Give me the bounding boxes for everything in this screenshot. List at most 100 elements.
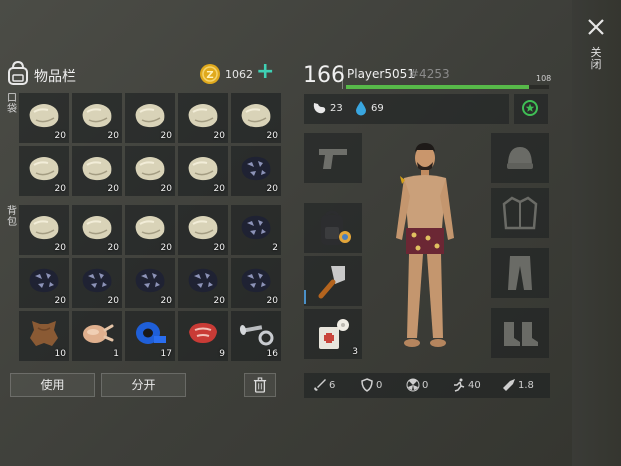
use-button[interactable]: 使用 [10,373,95,397]
defense-value: 0 [376,380,383,391]
pocket-slot[interactable]: 20 [72,93,122,143]
trash-icon [253,377,267,393]
stone-icon [29,104,59,128]
pocket-slot[interactable]: 20 [178,93,228,143]
radiation-icon [406,378,420,392]
tactical-backpack-icon [321,210,351,245]
pocket-grid: 20 20 20 20 20 20 20 20 20 20 [19,93,281,196]
stone-icon [82,216,112,240]
backpack-slot[interactable]: 10 [19,311,69,361]
defense-stat: 0 [360,378,382,394]
pocket-slot[interactable]: 20 [72,146,122,196]
coin-count: 1062 [225,68,253,81]
item-quantity: 20 [213,296,225,306]
backpack-slot[interactable]: 20 [125,258,175,308]
item-quantity: 20 [54,131,66,141]
item-quantity: 20 [266,184,278,194]
perk-button[interactable] [514,94,548,124]
player-name: Player5051 [347,67,415,81]
player-id: #4253 [409,67,450,81]
attack-value: 6 [329,380,336,391]
backpack-slot[interactable]: 20 [19,258,69,308]
pants-icon [508,256,532,290]
item-quantity: 20 [160,243,172,253]
speed-stat: 40 [452,378,481,394]
backpack-slot[interactable]: 9 [178,311,228,361]
pistol-icon [319,149,347,169]
running-icon [454,378,465,392]
backpack-slot[interactable]: 20 [231,258,281,308]
backpack-slot[interactable]: 17 [125,311,175,361]
item-quantity: 2 [272,243,278,253]
backpack-slot[interactable]: 16 [231,311,281,361]
item-quantity: 20 [213,131,225,141]
blade-icon [503,379,515,391]
item-quantity: 20 [54,243,66,253]
leather-hide-icon [30,321,58,346]
split-button[interactable]: 分开 [101,373,186,397]
item-quantity: 20 [107,243,119,253]
nails-icon [239,325,274,346]
pocket-slot[interactable]: 20 [19,93,69,143]
player-level: 166 [303,63,345,88]
backpack-slot[interactable]: 1 [72,311,122,361]
iron-ore-icon [29,268,59,293]
backpack-slot[interactable]: 20 [125,205,175,255]
item-quantity: 20 [54,184,66,194]
add-coins-button[interactable]: + [256,61,274,84]
item-quantity: 20 [54,296,66,306]
medical-slot[interactable]: 3 [304,309,362,359]
backpack-slot[interactable]: 20 [178,205,228,255]
item-quantity: 20 [107,296,119,306]
backpack-slot[interactable] [304,203,362,253]
weapon-slot[interactable] [304,133,362,183]
item-quantity: 20 [160,296,172,306]
pocket-slot[interactable]: 20 [231,93,281,143]
iron-ore-icon [241,215,271,240]
pocket-slot[interactable]: 20 [178,146,228,196]
stone-icon [188,157,218,181]
backpack-slot[interactable]: 20 [72,258,122,308]
pocket-slot[interactable]: 20 [19,146,69,196]
item-quantity: 20 [266,296,278,306]
pocket-slot[interactable]: 20 [231,146,281,196]
stone-icon [241,104,271,128]
item-quantity: 9 [219,349,225,359]
iron-ore-icon [188,268,218,293]
pocket-slot[interactable]: 20 [125,93,175,143]
item-quantity: 1 [113,349,119,359]
item-quantity: 20 [213,243,225,253]
legs-slot[interactable] [491,248,549,298]
player-character [396,143,454,347]
tool-slot[interactable] [304,256,362,306]
iron-ore-icon [241,268,271,293]
stomach-icon [313,103,326,114]
cleaver-icon [318,266,345,299]
stone-icon [188,104,218,128]
item-quantity: 16 [266,349,278,359]
stone-icon [82,104,112,128]
chicken-meat-icon [83,324,114,343]
feet-slot[interactable] [491,308,549,358]
damage-stat: 1.8 [502,378,534,394]
backpack-slot[interactable]: 2 [231,205,281,255]
speed-value: 40 [468,380,481,391]
backpack-slot[interactable]: 20 [72,205,122,255]
radiation-stat: 0 [406,378,428,394]
item-quantity: 10 [54,349,66,359]
backpack-slot[interactable]: 20 [178,258,228,308]
backpack-slot[interactable]: 20 [19,205,69,255]
item-quantity: 20 [266,131,278,141]
item-quantity: 20 [107,131,119,141]
close-button-label[interactable]: 关闭 [590,47,602,71]
head-slot[interactable] [491,133,549,183]
stone-icon [29,157,59,181]
pocket-slot[interactable]: 20 [125,146,175,196]
chest-slot[interactable] [491,188,549,238]
stone-icon [135,216,165,240]
close-icon[interactable] [586,17,606,37]
thirst-value: 69 [371,103,384,114]
hunger-value: 23 [330,103,343,114]
trash-button[interactable] [244,373,276,397]
shield-icon [361,378,373,392]
